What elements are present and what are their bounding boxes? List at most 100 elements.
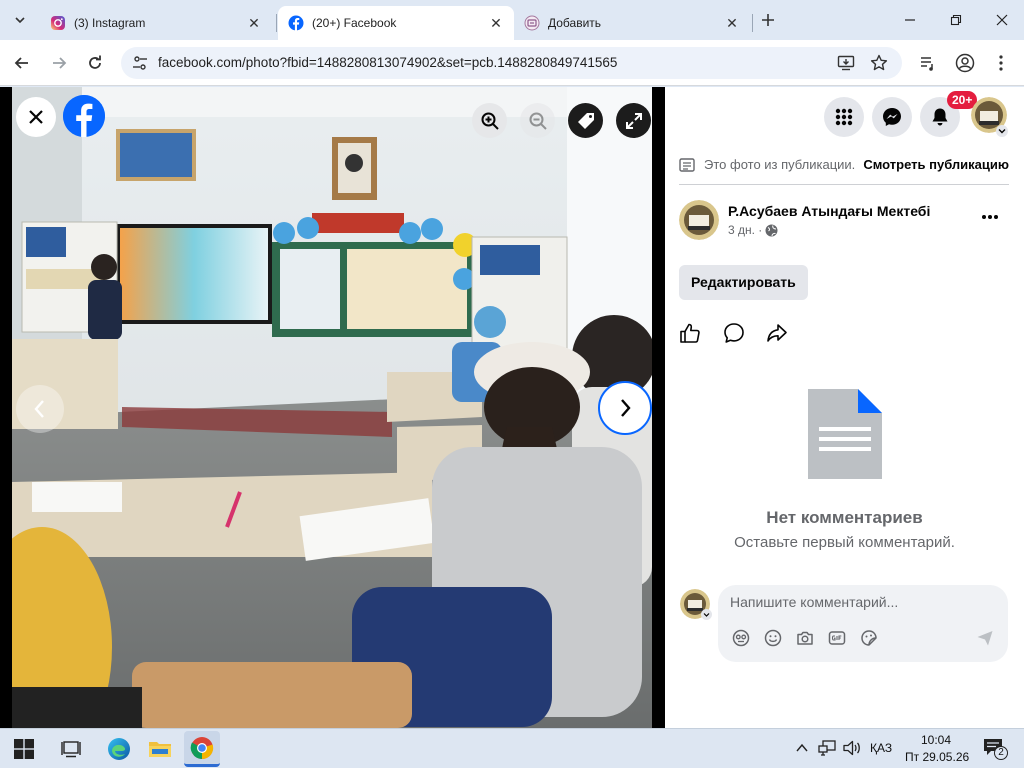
url-text[interactable]: facebook.com/photo?fbid=1488280813074902… (158, 55, 617, 70)
facebook-icon (288, 15, 304, 31)
notification-count-badge: 2 (994, 746, 1008, 760)
reload-icon (89, 55, 101, 69)
restore-button[interactable] (942, 6, 970, 34)
language-indicator[interactable]: ҚАЗ (870, 741, 892, 755)
browser-toolbar: facebook.com/photo?fbid=1488280813074902… (0, 40, 1024, 86)
sticker-icon[interactable] (860, 629, 878, 647)
comment-input[interactable]: Напишите комментарий... (730, 594, 898, 610)
post-icon (679, 158, 695, 172)
back-arrow-icon (14, 57, 28, 69)
account-chevron-icon[interactable] (996, 125, 1008, 137)
tab-title: Добавить (548, 16, 602, 30)
back-button[interactable] (10, 51, 34, 75)
more-dots-icon (982, 215, 998, 219)
tab-add[interactable]: Добавить ✕ (514, 6, 750, 40)
new-tab-button[interactable] (756, 9, 780, 31)
zoom-out-icon (529, 112, 547, 130)
zoom-in-button[interactable] (472, 103, 507, 138)
profile-icon[interactable] (955, 53, 975, 73)
camera-icon[interactable] (796, 629, 814, 647)
post-meta: 3 дн. · (728, 223, 778, 237)
minimize-icon (905, 19, 915, 21)
action-center-button[interactable]: 2 (983, 738, 1008, 760)
clock-date[interactable]: Пт 29.05.26 (905, 750, 969, 764)
add-page-icon (524, 15, 540, 31)
share-icon[interactable] (766, 322, 788, 344)
messenger-button[interactable] (872, 97, 912, 137)
grid-menu-icon (835, 108, 853, 126)
menu-button[interactable] (824, 97, 864, 137)
tab-facebook[interactable]: (20+) Facebook ✕ (278, 6, 514, 40)
fullscreen-icon (625, 112, 642, 129)
no-comments-title: Нет комментариев (766, 508, 923, 527)
more-options-button[interactable] (978, 205, 1002, 229)
commenter-chevron-icon[interactable] (701, 609, 712, 620)
folder-icon (149, 742, 171, 757)
publication-note-text: Это фото из публикации. (704, 157, 856, 172)
tab-divider (752, 14, 753, 32)
close-icon (29, 110, 43, 124)
task-view-icon (61, 741, 81, 758)
author-name[interactable]: Р.Асубаев Атындағы Мектебі (728, 203, 930, 219)
avatar-sticker-icon[interactable] (732, 629, 750, 647)
emoji-icon[interactable] (764, 629, 782, 647)
see-publication-link[interactable]: Смотреть публикацию (863, 157, 1009, 172)
tab-title: (3) Instagram (74, 16, 146, 30)
install-app-icon[interactable] (837, 54, 855, 72)
send-icon[interactable] (976, 629, 994, 647)
gif-icon[interactable] (828, 629, 846, 647)
facebook-home-link[interactable] (63, 95, 105, 137)
close-tab-icon[interactable]: ✕ (488, 15, 504, 31)
author-avatar[interactable] (679, 200, 719, 240)
plus-icon (762, 14, 774, 26)
fullscreen-button[interactable] (616, 103, 651, 138)
next-photo-button[interactable] (598, 381, 652, 435)
tab-instagram[interactable]: (3) Instagram ✕ (40, 6, 272, 40)
clock-time[interactable]: 10:04 (921, 733, 951, 747)
tag-photo-button[interactable] (568, 103, 603, 138)
no-comments-subtitle: Оставьте первый комментарий. (734, 534, 955, 551)
photo-viewer (0, 87, 665, 728)
zoom-out-button[interactable] (520, 103, 555, 138)
task-view-button[interactable] (57, 735, 85, 763)
edit-button[interactable]: Редактировать (679, 265, 808, 300)
forward-arrow-icon (53, 57, 67, 69)
browser-tab-strip: (3) Instagram ✕ (20+) Facebook ✕ Добавит… (0, 0, 1024, 40)
restore-icon (950, 14, 962, 26)
forward-button[interactable] (47, 51, 71, 75)
tray-overflow-chevron-icon[interactable] (796, 743, 808, 753)
comment-composer[interactable]: Напишите комментарий... (718, 585, 1008, 662)
comment-icon[interactable] (723, 322, 745, 344)
volume-icon[interactable] (843, 740, 861, 756)
edge-taskbar-button[interactable] (105, 735, 133, 763)
browser-menu-icon[interactable] (994, 54, 1008, 72)
tab-divider (276, 14, 277, 32)
network-icon[interactable] (818, 740, 836, 756)
close-tab-icon[interactable]: ✕ (724, 15, 740, 31)
post-side-panel: 20+ Это фото из публикации. Смотреть пуб… (665, 87, 1024, 728)
bookmark-star-icon[interactable] (870, 54, 888, 72)
close-icon (996, 14, 1008, 26)
minimize-button[interactable] (896, 6, 924, 34)
bell-icon (932, 108, 948, 126)
facebook-logo-icon (63, 95, 105, 137)
reload-button[interactable] (83, 51, 107, 75)
zoom-in-icon (481, 112, 499, 130)
site-info-icon[interactable] (131, 54, 149, 72)
post-age[interactable]: 3 дн. · (728, 223, 762, 237)
address-bar[interactable]: facebook.com/photo?fbid=1488280813074902… (121, 47, 902, 79)
no-comments-document-icon (808, 389, 882, 479)
like-icon[interactable] (679, 322, 701, 344)
media-controls-icon[interactable] (919, 54, 937, 72)
close-window-button[interactable] (988, 6, 1016, 34)
previous-photo-button[interactable] (16, 385, 64, 433)
close-tab-icon[interactable]: ✕ (246, 15, 262, 31)
start-button[interactable] (10, 735, 38, 763)
chrome-taskbar-button[interactable] (184, 731, 220, 767)
tab-search-button[interactable] (8, 8, 32, 32)
prev-arrow-icon (34, 400, 44, 418)
file-explorer-taskbar-button[interactable] (146, 735, 174, 763)
next-arrow-icon (621, 399, 631, 417)
windows-taskbar: ҚАЗ 10:04 Пт 29.05.26 2 (0, 728, 1024, 768)
close-viewer-button[interactable] (16, 97, 56, 137)
